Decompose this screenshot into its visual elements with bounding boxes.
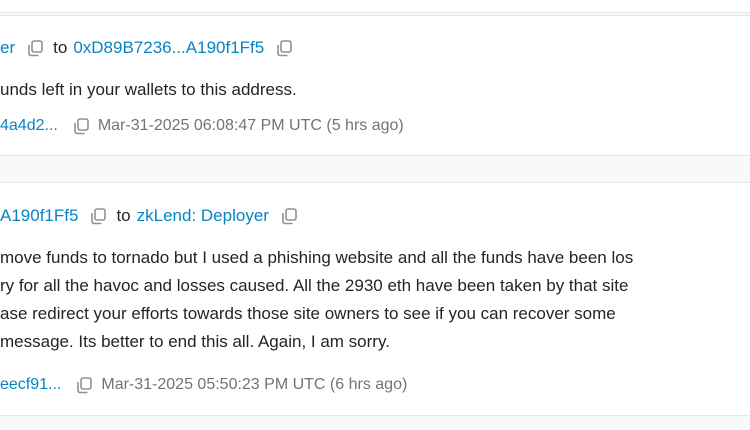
from-address-link[interactable]: er [0, 37, 15, 59]
message-text-line: message. Its better to end this all. Aga… [0, 332, 390, 351]
message-text: unds left in your wallets to this addres… [0, 76, 297, 104]
message-text-line: move funds to tornado but I used a phish… [0, 248, 634, 267]
from-address-link[interactable]: A190f1Ff5 [0, 205, 78, 227]
message-header: A190f1Ff5 to zkLend: Deployer [0, 205, 298, 227]
message-text-line: unds left in your wallets to this addres… [0, 80, 297, 99]
copy-icon[interactable] [275, 39, 293, 57]
to-address-link[interactable]: 0xD89B7236...A190f1Ff5 [73, 37, 264, 59]
copy-icon[interactable] [89, 207, 107, 225]
copy-icon[interactable] [280, 207, 298, 225]
tx-hash-link[interactable]: 4a4d2... [0, 115, 58, 137]
message-text: move funds to tornado but I used a phish… [0, 244, 633, 356]
message-meta: 4a4d2... Mar-31-2025 06:08:47 PM UTC (5 … [0, 115, 404, 137]
timestamp: Mar-31-2025 06:08:47 PM UTC (5 hrs ago) [97, 117, 404, 134]
copy-icon[interactable] [72, 117, 90, 135]
copy-icon[interactable] [75, 376, 93, 394]
to-label: to [53, 38, 68, 57]
to-address-link[interactable]: zkLend: Deployer [137, 205, 269, 227]
message-header: er to 0xD89B7236...A190f1Ff5 [0, 37, 293, 59]
to-label: to [116, 206, 131, 225]
message-meta: eecf91... Mar-31-2025 05:50:23 PM UTC (6… [0, 374, 407, 396]
message-card-previous [0, 0, 750, 13]
message-text-line: ry for all the havoc and losses caused. … [0, 276, 629, 295]
tx-hash-link[interactable]: eecf91... [0, 374, 61, 396]
timestamp: Mar-31-2025 05:50:23 PM UTC (6 hrs ago) [101, 376, 408, 393]
copy-icon[interactable] [26, 39, 44, 57]
message-text-line: ase redirect your efforts towards those … [0, 304, 616, 323]
